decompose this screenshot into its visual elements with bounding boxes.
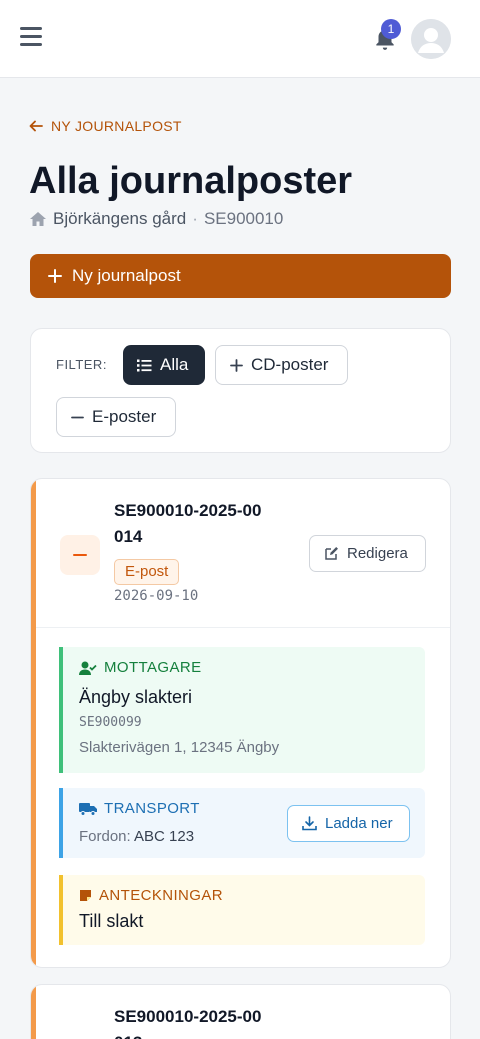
new-entry-label: Ny journalpost [72,266,181,285]
filter-e-label: E-poster [92,407,157,426]
transport-heading: TRANSPORT [104,800,200,817]
farm-id: SE900010 [203,209,284,228]
hamburger-menu-icon[interactable] [20,27,42,47]
recipient-heading: MOTTAGARE [104,659,202,676]
vehicle-info: Fordon: ABC 123 [79,828,194,845]
filter-panel: FILTER: Alla CD-poster E-poster [30,328,451,453]
download-icon [302,816,317,831]
minus-icon [71,416,84,418]
filter-all-button[interactable]: Alla [123,345,205,385]
breadcrumb: Björkängens gård · SE900010 [29,209,283,229]
arrow-left-icon [29,120,43,132]
journal-entry-card: SE900010-2025-00013 [30,984,451,1039]
divider [36,627,450,628]
filter-all-label: Alla [160,355,189,374]
vehicle-value: ABC 123 [134,828,195,845]
notes-text: Till slakt [79,911,144,931]
recipient-id: SE900099 [79,715,142,730]
back-link[interactable]: NY JOURNALPOST [29,117,182,135]
vehicle-label: Fordon: [79,828,131,845]
farm-name: Björkängens gård [53,209,187,228]
plus-icon [230,358,243,372]
download-button[interactable]: Ladda ner [287,805,410,842]
filter-cd-button[interactable]: CD-poster [215,345,348,385]
entry-date: 2026-09-10 [114,588,199,604]
edit-button[interactable]: Redigera [309,535,426,572]
top-bar: 1 [0,0,480,78]
filter-label: FILTER: [56,357,107,372]
home-icon [30,212,46,226]
list-icon [137,359,152,371]
edit-icon [325,547,338,560]
journal-entry-card: SE900010-2025-00014 E-post 2026-09-10 Re… [30,478,451,968]
filter-cd-label: CD-poster [251,355,329,374]
user-check-icon [79,661,97,675]
back-link-label: NY JOURNALPOST [51,118,182,134]
truck-icon [79,802,97,816]
transport-section: TRANSPORT Fordon: ABC 123 Ladda ner [59,788,425,858]
separator: · [192,209,198,228]
filter-e-button[interactable]: E-poster [56,397,176,437]
entry-type-badge: E-post [114,559,180,585]
plus-icon [48,269,62,283]
notes-section: ANTECKNINGAR Till slakt [59,875,425,945]
entry-id: SE900010-2025-00013 [114,1007,262,1039]
recipient-name: Ängby slakteri [79,687,193,707]
notes-heading: ANTECKNINGAR [99,887,223,904]
recipient-section: MOTTAGARE Ängby slakteri SE900099 Slakte… [59,647,425,773]
download-label: Ladda ner [325,815,393,832]
minus-icon [60,535,100,575]
edit-label: Redigera [347,545,408,562]
page-title: Alla journalposter [29,160,353,202]
recipient-address: Slakterivägen 1, 12345 Ängby [79,739,280,756]
notification-count-badge: 1 [381,19,401,39]
new-entry-button[interactable]: Ny journalpost [30,254,451,298]
entry-id: SE900010-2025-00014 [114,501,262,546]
sticky-note-icon [80,890,91,901]
user-avatar[interactable] [411,19,451,59]
